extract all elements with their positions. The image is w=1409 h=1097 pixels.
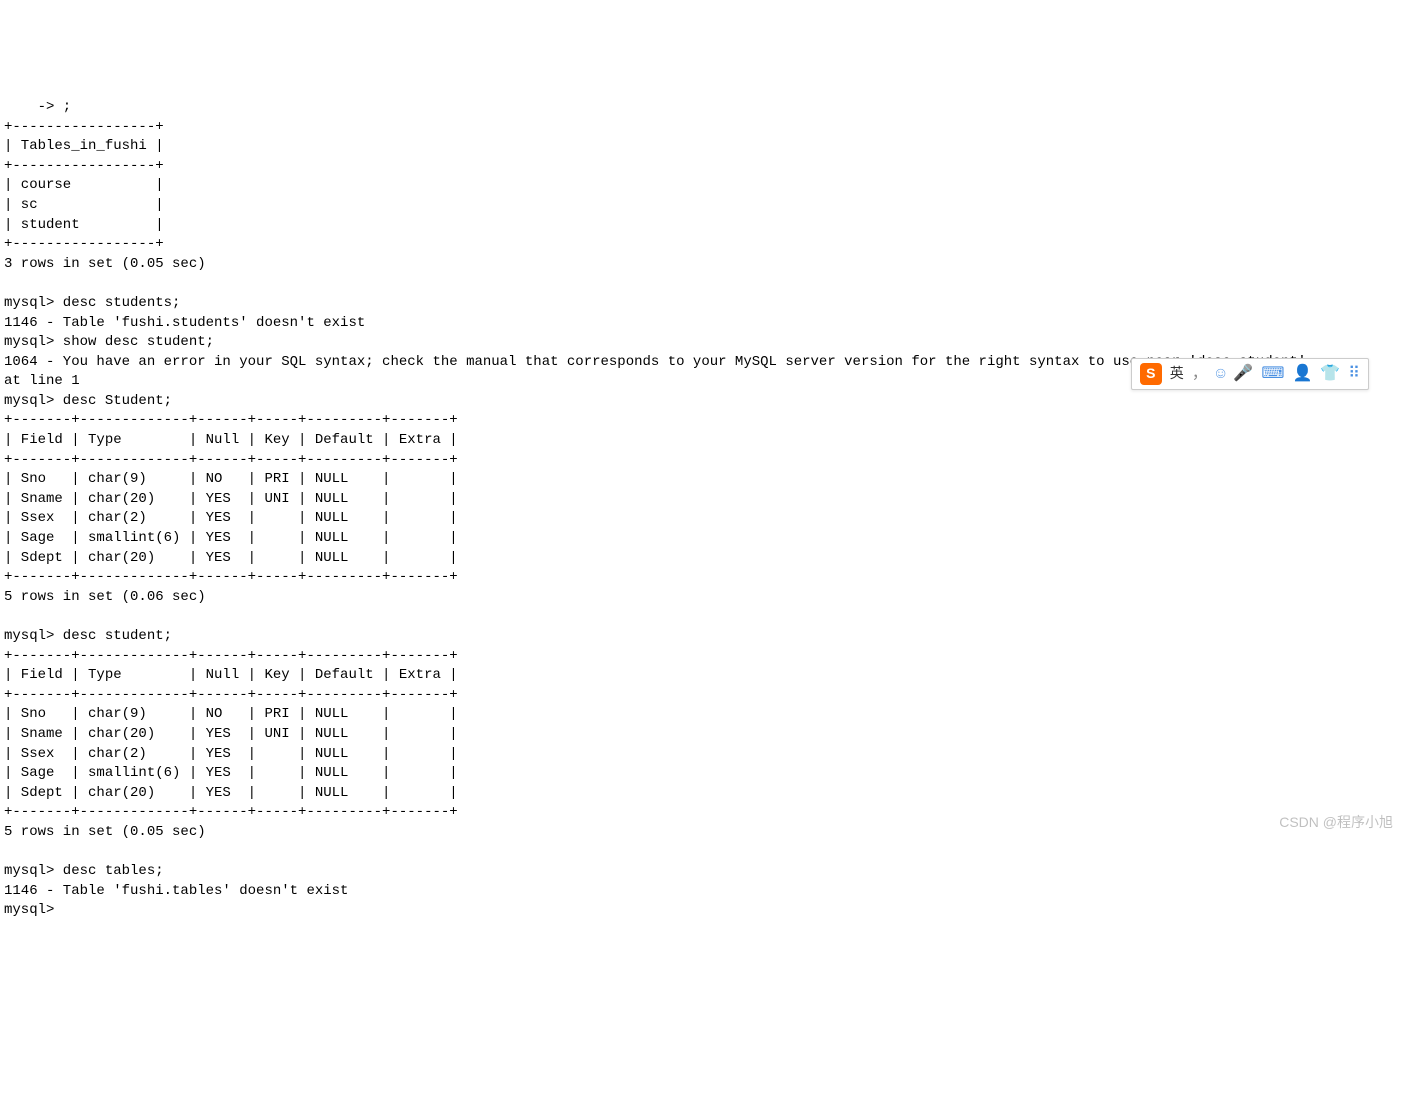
ime-menu-icon[interactable]: ⠿ [1348, 363, 1360, 385]
mysql-prompt-2: mysql> show desc student; [4, 334, 214, 350]
ime-voice-icon[interactable]: 🎤 [1233, 363, 1253, 385]
continuation-line: -> ; [4, 99, 71, 115]
desc-separator-top: +-------+-------------+------+-----+----… [4, 412, 458, 428]
desc-header-row: | Field | Type | Null | Key | Default | … [4, 432, 458, 448]
terminal-output: -> ; +-----------------+ | Tables_in_fus… [0, 78, 1409, 921]
ime-punctuation-icon[interactable]: ， [1192, 363, 1208, 385]
desc-separator-mid: +-------+-------------+------+-----+----… [4, 452, 458, 468]
ime-keyboard-icon[interactable]: ⌨ [1261, 363, 1284, 385]
desc2-data-rows: | Sno | char(9) | NO | PRI | NULL | | | … [4, 706, 458, 800]
mysql-prompt-4: mysql> desc student; [4, 628, 172, 644]
tables-table-footer: +-----------------+ [4, 236, 164, 252]
error-message-1: 1146 - Table 'fushi.students' doesn't ex… [4, 315, 365, 331]
mysql-prompt-1: mysql> desc students; [4, 295, 180, 311]
csdn-watermark: CSDN @程序小旭 [1279, 813, 1393, 833]
mysql-prompt-3: mysql> desc Student; [4, 393, 172, 409]
desc2-separator-bot: +-------+-------------+------+-----+----… [4, 804, 458, 820]
desc2-separator-mid: +-------+-------------+------+-----+----… [4, 687, 458, 703]
mysql-prompt-5: mysql> desc tables; [4, 863, 164, 879]
ime-language-indicator[interactable]: 英 [1170, 364, 1184, 384]
ime-emoji-icon[interactable]: ☺ [1216, 363, 1226, 385]
ime-skin-icon[interactable]: 👕 [1320, 363, 1340, 385]
desc2-separator-top: +-------+-------------+------+-----+----… [4, 648, 458, 664]
desc-result-2: 5 rows in set (0.05 sec) [4, 824, 206, 840]
tables-table-rows: | course | | sc | | student | [4, 177, 164, 232]
tables-result-count: 3 rows in set (0.05 sec) [4, 256, 206, 272]
ime-user-icon[interactable]: 👤 [1292, 363, 1312, 385]
error-message-2: 1064 - You have an error in your SQL syn… [4, 354, 1306, 390]
mysql-prompt-6[interactable]: mysql> [4, 902, 54, 918]
desc2-header-row: | Field | Type | Null | Key | Default | … [4, 667, 458, 683]
tables-table-header: +-----------------+ | Tables_in_fushi | … [4, 119, 164, 174]
ime-toolbar[interactable]: S 英 ， ☺ 🎤 ⌨ 👤 👕 ⠿ [1131, 358, 1369, 390]
desc-separator-bot: +-------+-------------+------+-----+----… [4, 569, 458, 585]
desc-data-rows-1: | Sno | char(9) | NO | PRI | NULL | | | … [4, 471, 458, 565]
sogou-logo-icon[interactable]: S [1140, 363, 1162, 385]
desc-result-1: 5 rows in set (0.06 sec) [4, 589, 206, 605]
error-message-3: 1146 - Table 'fushi.tables' doesn't exis… [4, 883, 348, 899]
